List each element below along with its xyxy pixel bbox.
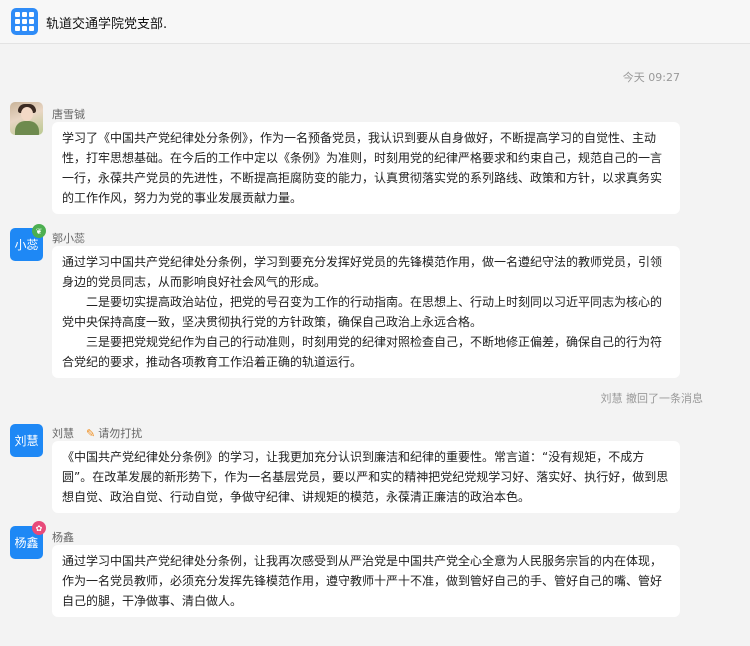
- avatar-body: [15, 121, 39, 135]
- leaf-badge-icon: ❦: [32, 224, 46, 238]
- message-bubble[interactable]: 通过学习中国共产党纪律处分条例，让我再次感受到从严治党是中国共产党全心全意为人民…: [52, 545, 680, 617]
- sender-name: 唐雪铖: [52, 108, 85, 121]
- message-timestamp: 今天 09:27: [622, 71, 680, 84]
- message-text: 《中国共产党纪律处分条例》的学习，让我更加充分认识到廉洁和纪律的重要性。常言道：…: [62, 450, 669, 504]
- avatar[interactable]: 刘慧: [10, 424, 43, 457]
- message-bubble[interactable]: 通过学习中国共产党纪律处分条例，学习到要充分发挥好党员的先锋模范作用，做一名遵纪…: [52, 246, 680, 378]
- do-not-disturb-icon: ✎: [86, 427, 96, 440]
- sender-name: 刘慧: [52, 427, 74, 440]
- avatar-photo[interactable]: [10, 102, 43, 135]
- avatar-label: 杨鑫: [14, 536, 39, 550]
- message-text: 二是要切实提高政治站位，把党的号召变为工作的行动指南。在思想上、行动上时刻同以习…: [62, 295, 663, 329]
- sender-name: 杨鑫: [52, 531, 74, 544]
- group-grid-icon[interactable]: [11, 8, 38, 35]
- recall-notice: 刘慧 撤回了一条消息: [600, 392, 704, 405]
- do-not-disturb-status: ✎ 请勿打扰: [86, 425, 142, 441]
- message-text: 三是要把党规党纪作为自己的行动准则，时刻用党的纪律对照检查自己，不断地修正偏差，…: [62, 335, 663, 369]
- sender-name: 郭小蕊: [52, 232, 85, 245]
- status-label: 请勿打扰: [98, 427, 143, 440]
- message-bubble[interactable]: 《中国共产党纪律处分条例》的学习，让我更加充分认识到廉洁和纪律的重要性。常言道：…: [52, 441, 680, 513]
- avatar-label: 小蕊: [14, 238, 39, 252]
- message-text: 学习了《中国共产党纪律处分条例》，作为一名预备党员，我认识到要从自身做好，不断提…: [62, 131, 663, 205]
- message-bubble[interactable]: 学习了《中国共产党纪律处分条例》，作为一名预备党员，我认识到要从自身做好，不断提…: [52, 122, 680, 214]
- chat-header: 轨道交通学院党支部.: [0, 0, 750, 44]
- flower-badge-icon: ✿: [32, 521, 46, 535]
- avatar-face: [21, 107, 33, 121]
- message-text: 通过学习中国共产党纪律处分条例，让我再次感受到从严治党是中国共产党全心全意为人民…: [62, 554, 663, 608]
- message-text: 通过学习中国共产党纪律处分条例，学习到要充分发挥好党员的先锋模范作用，做一名遵纪…: [62, 255, 663, 289]
- chat-title[interactable]: 轨道交通学院党支部.: [46, 13, 167, 32]
- avatar-label: 刘慧: [14, 434, 39, 448]
